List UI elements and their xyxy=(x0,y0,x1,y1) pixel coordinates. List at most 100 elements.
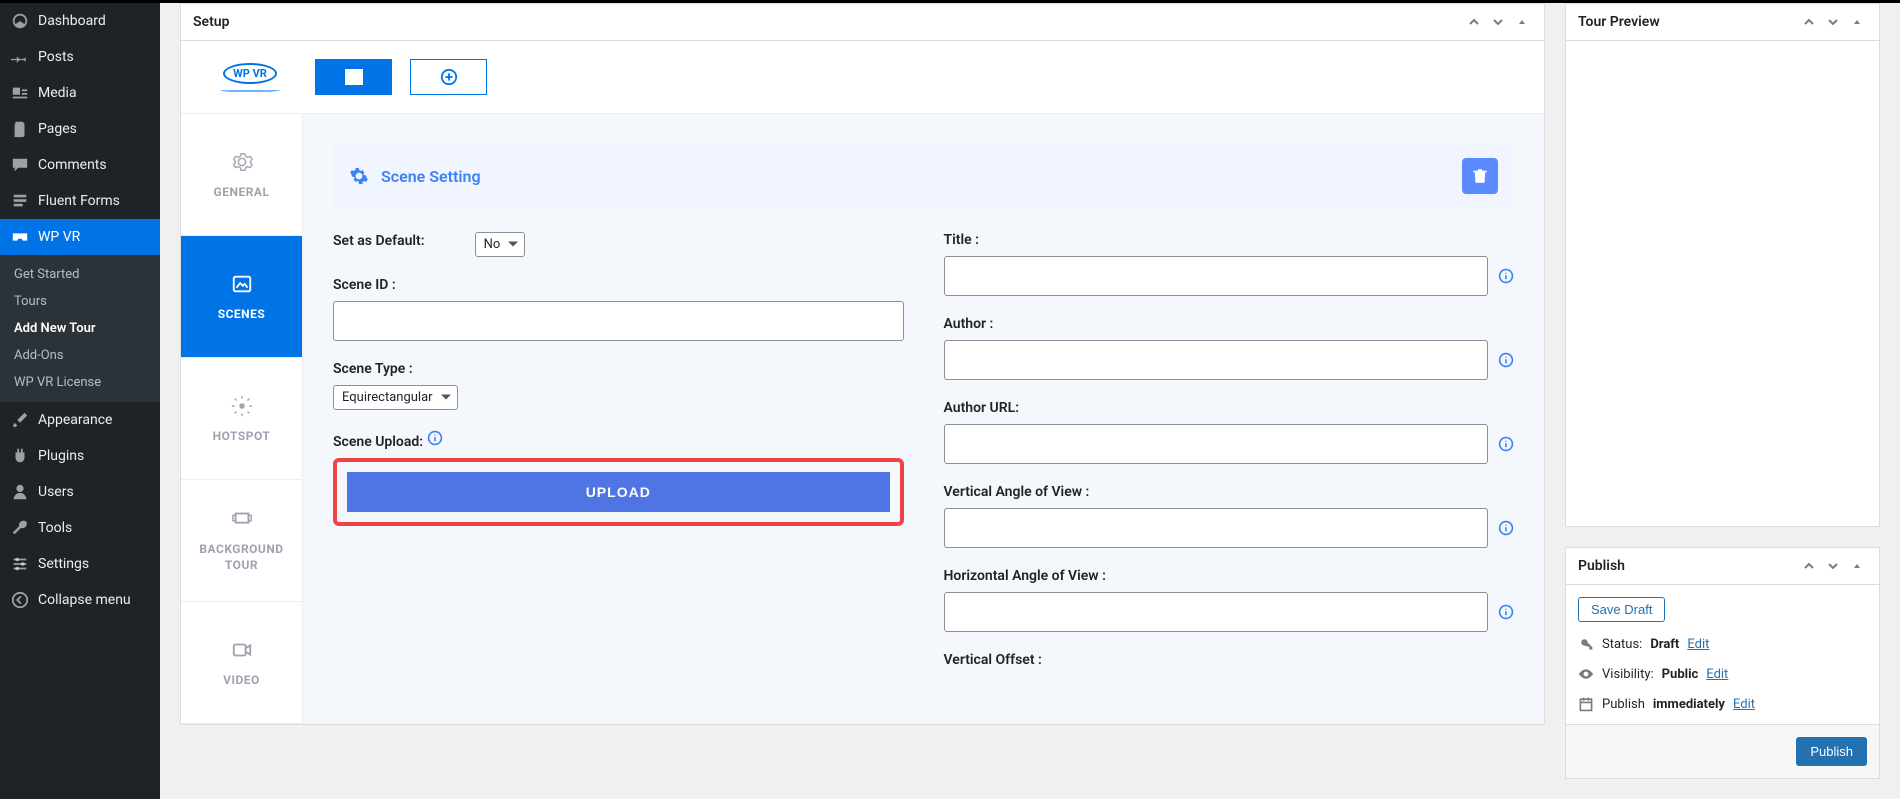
scene-id-input[interactable] xyxy=(333,301,904,341)
scene-type-value: Equirectangular xyxy=(342,390,433,405)
submenu-get-started[interactable]: Get Started xyxy=(0,261,160,288)
publish-panel-title: Publish xyxy=(1578,558,1625,574)
move-up-button[interactable] xyxy=(1464,12,1484,32)
comment-icon xyxy=(10,155,30,175)
scene-type-select[interactable]: Equirectangular xyxy=(333,385,458,410)
author-url-label: Author URL: xyxy=(944,400,1515,416)
menu-collapse-label: Collapse menu xyxy=(38,592,131,608)
menu-fluent-forms[interactable]: Fluent Forms xyxy=(0,183,160,219)
toggle-panel-button[interactable] xyxy=(1847,12,1867,32)
menu-comments-label: Comments xyxy=(38,157,107,173)
hfov-input[interactable] xyxy=(944,592,1489,632)
wrench-icon xyxy=(10,518,30,538)
info-icon[interactable] xyxy=(1498,268,1514,284)
setup-title: Setup xyxy=(193,14,229,30)
set-default-select[interactable]: No xyxy=(475,232,526,257)
form-icon xyxy=(10,191,30,211)
title-input[interactable] xyxy=(944,256,1489,296)
tab-add-scene[interactable] xyxy=(410,59,487,95)
status-value: Draft xyxy=(1650,637,1679,652)
menu-tools[interactable]: Tools xyxy=(0,510,160,546)
info-icon[interactable] xyxy=(1498,604,1514,620)
menu-posts[interactable]: Posts xyxy=(0,39,160,75)
vtab-bgtour[interactable]: BACKGROUND TOUR xyxy=(181,480,302,602)
vfov-input[interactable] xyxy=(944,508,1489,548)
submenu-wp-vr: Get Started Tours Add New Tour Add-Ons W… xyxy=(0,255,160,402)
menu-fluent-forms-label: Fluent Forms xyxy=(38,193,120,209)
vfov-label: Vertical Angle of View : xyxy=(944,484,1515,500)
voffset-label: Vertical Offset : xyxy=(944,652,1515,668)
menu-dashboard[interactable]: Dashboard xyxy=(0,3,160,39)
move-down-button[interactable] xyxy=(1823,12,1843,32)
visibility-label: Visibility: xyxy=(1602,667,1654,682)
menu-pages-label: Pages xyxy=(38,121,77,137)
move-up-button[interactable] xyxy=(1799,12,1819,32)
publish-edit-link[interactable]: Edit xyxy=(1733,697,1755,712)
menu-settings[interactable]: Settings xyxy=(0,546,160,582)
visibility-edit-link[interactable]: Edit xyxy=(1706,667,1728,682)
toggle-panel-button[interactable] xyxy=(1847,556,1867,576)
pages-icon xyxy=(10,119,30,139)
scene-upload-text: Scene Upload: xyxy=(333,434,423,450)
menu-appearance[interactable]: Appearance xyxy=(0,402,160,438)
vtab-scenes-label: SCENES xyxy=(218,307,266,321)
setup-header: Setup xyxy=(181,4,1544,41)
info-icon[interactable] xyxy=(1498,436,1514,452)
menu-media-label: Media xyxy=(38,85,77,101)
status-edit-link[interactable]: Edit xyxy=(1687,637,1709,652)
menu-collapse[interactable]: Collapse menu xyxy=(0,582,160,618)
upload-button[interactable]: UPLOAD xyxy=(347,472,890,512)
hfov-label: Horizontal Angle of View : xyxy=(944,568,1515,584)
plug-icon xyxy=(10,446,30,466)
menu-plugins[interactable]: Plugins xyxy=(0,438,160,474)
move-down-button[interactable] xyxy=(1823,556,1843,576)
info-icon[interactable] xyxy=(1498,520,1514,536)
vtab-hotspot[interactable]: HOTSPOT xyxy=(181,358,302,480)
submenu-tours[interactable]: Tours xyxy=(0,288,160,315)
menu-appearance-label: Appearance xyxy=(38,412,112,428)
vtab-hotspot-label: HOTSPOT xyxy=(213,429,271,443)
menu-users-label: Users xyxy=(38,484,74,500)
trash-icon xyxy=(1471,167,1489,185)
vtab-scenes[interactable]: SCENES xyxy=(181,236,302,358)
delete-scene-button[interactable] xyxy=(1462,158,1498,194)
scene-upload-label: Scene Upload: xyxy=(333,430,904,450)
toggle-panel-button[interactable] xyxy=(1512,12,1532,32)
tab-image-scene[interactable] xyxy=(315,59,392,95)
vtab-video[interactable]: VIDEO xyxy=(181,602,302,724)
submenu-add-new-tour[interactable]: Add New Tour xyxy=(0,315,160,342)
publish-button[interactable]: Publish xyxy=(1796,737,1867,766)
menu-comments[interactable]: Comments xyxy=(0,147,160,183)
menu-settings-label: Settings xyxy=(38,556,89,572)
info-icon[interactable] xyxy=(427,434,443,450)
author-url-input[interactable] xyxy=(944,424,1489,464)
media-icon xyxy=(10,83,30,103)
brush-icon xyxy=(10,410,30,430)
submenu-license[interactable]: WP VR License xyxy=(0,369,160,396)
author-input[interactable] xyxy=(944,340,1489,380)
sliders-icon xyxy=(10,554,30,574)
tour-preview-area xyxy=(1566,41,1879,526)
menu-plugins-label: Plugins xyxy=(38,448,84,464)
menu-dashboard-label: Dashboard xyxy=(38,13,106,29)
publish-label: Publish xyxy=(1602,697,1645,712)
upload-highlight: UPLOAD xyxy=(333,458,904,526)
menu-media[interactable]: Media xyxy=(0,75,160,111)
menu-pages[interactable]: Pages xyxy=(0,111,160,147)
menu-users[interactable]: Users xyxy=(0,474,160,510)
author-label: Author : xyxy=(944,316,1515,332)
move-down-button[interactable] xyxy=(1488,12,1508,32)
status-label: Status: xyxy=(1602,637,1642,652)
vtab-video-label: VIDEO xyxy=(223,673,260,687)
menu-wp-vr[interactable]: WP VR xyxy=(0,219,160,255)
submenu-addons[interactable]: Add-Ons xyxy=(0,342,160,369)
vtab-general-label: GENERAL xyxy=(214,185,270,199)
vtab-general[interactable]: GENERAL xyxy=(181,114,302,236)
menu-posts-label: Posts xyxy=(38,49,74,65)
save-draft-button[interactable]: Save Draft xyxy=(1578,597,1665,622)
info-icon[interactable] xyxy=(1498,352,1514,368)
eye-icon xyxy=(1578,666,1594,682)
move-up-button[interactable] xyxy=(1799,556,1819,576)
vtab-bgtour-label: BACKGROUND TOUR xyxy=(199,542,283,573)
publish-value: immediately xyxy=(1653,697,1725,712)
